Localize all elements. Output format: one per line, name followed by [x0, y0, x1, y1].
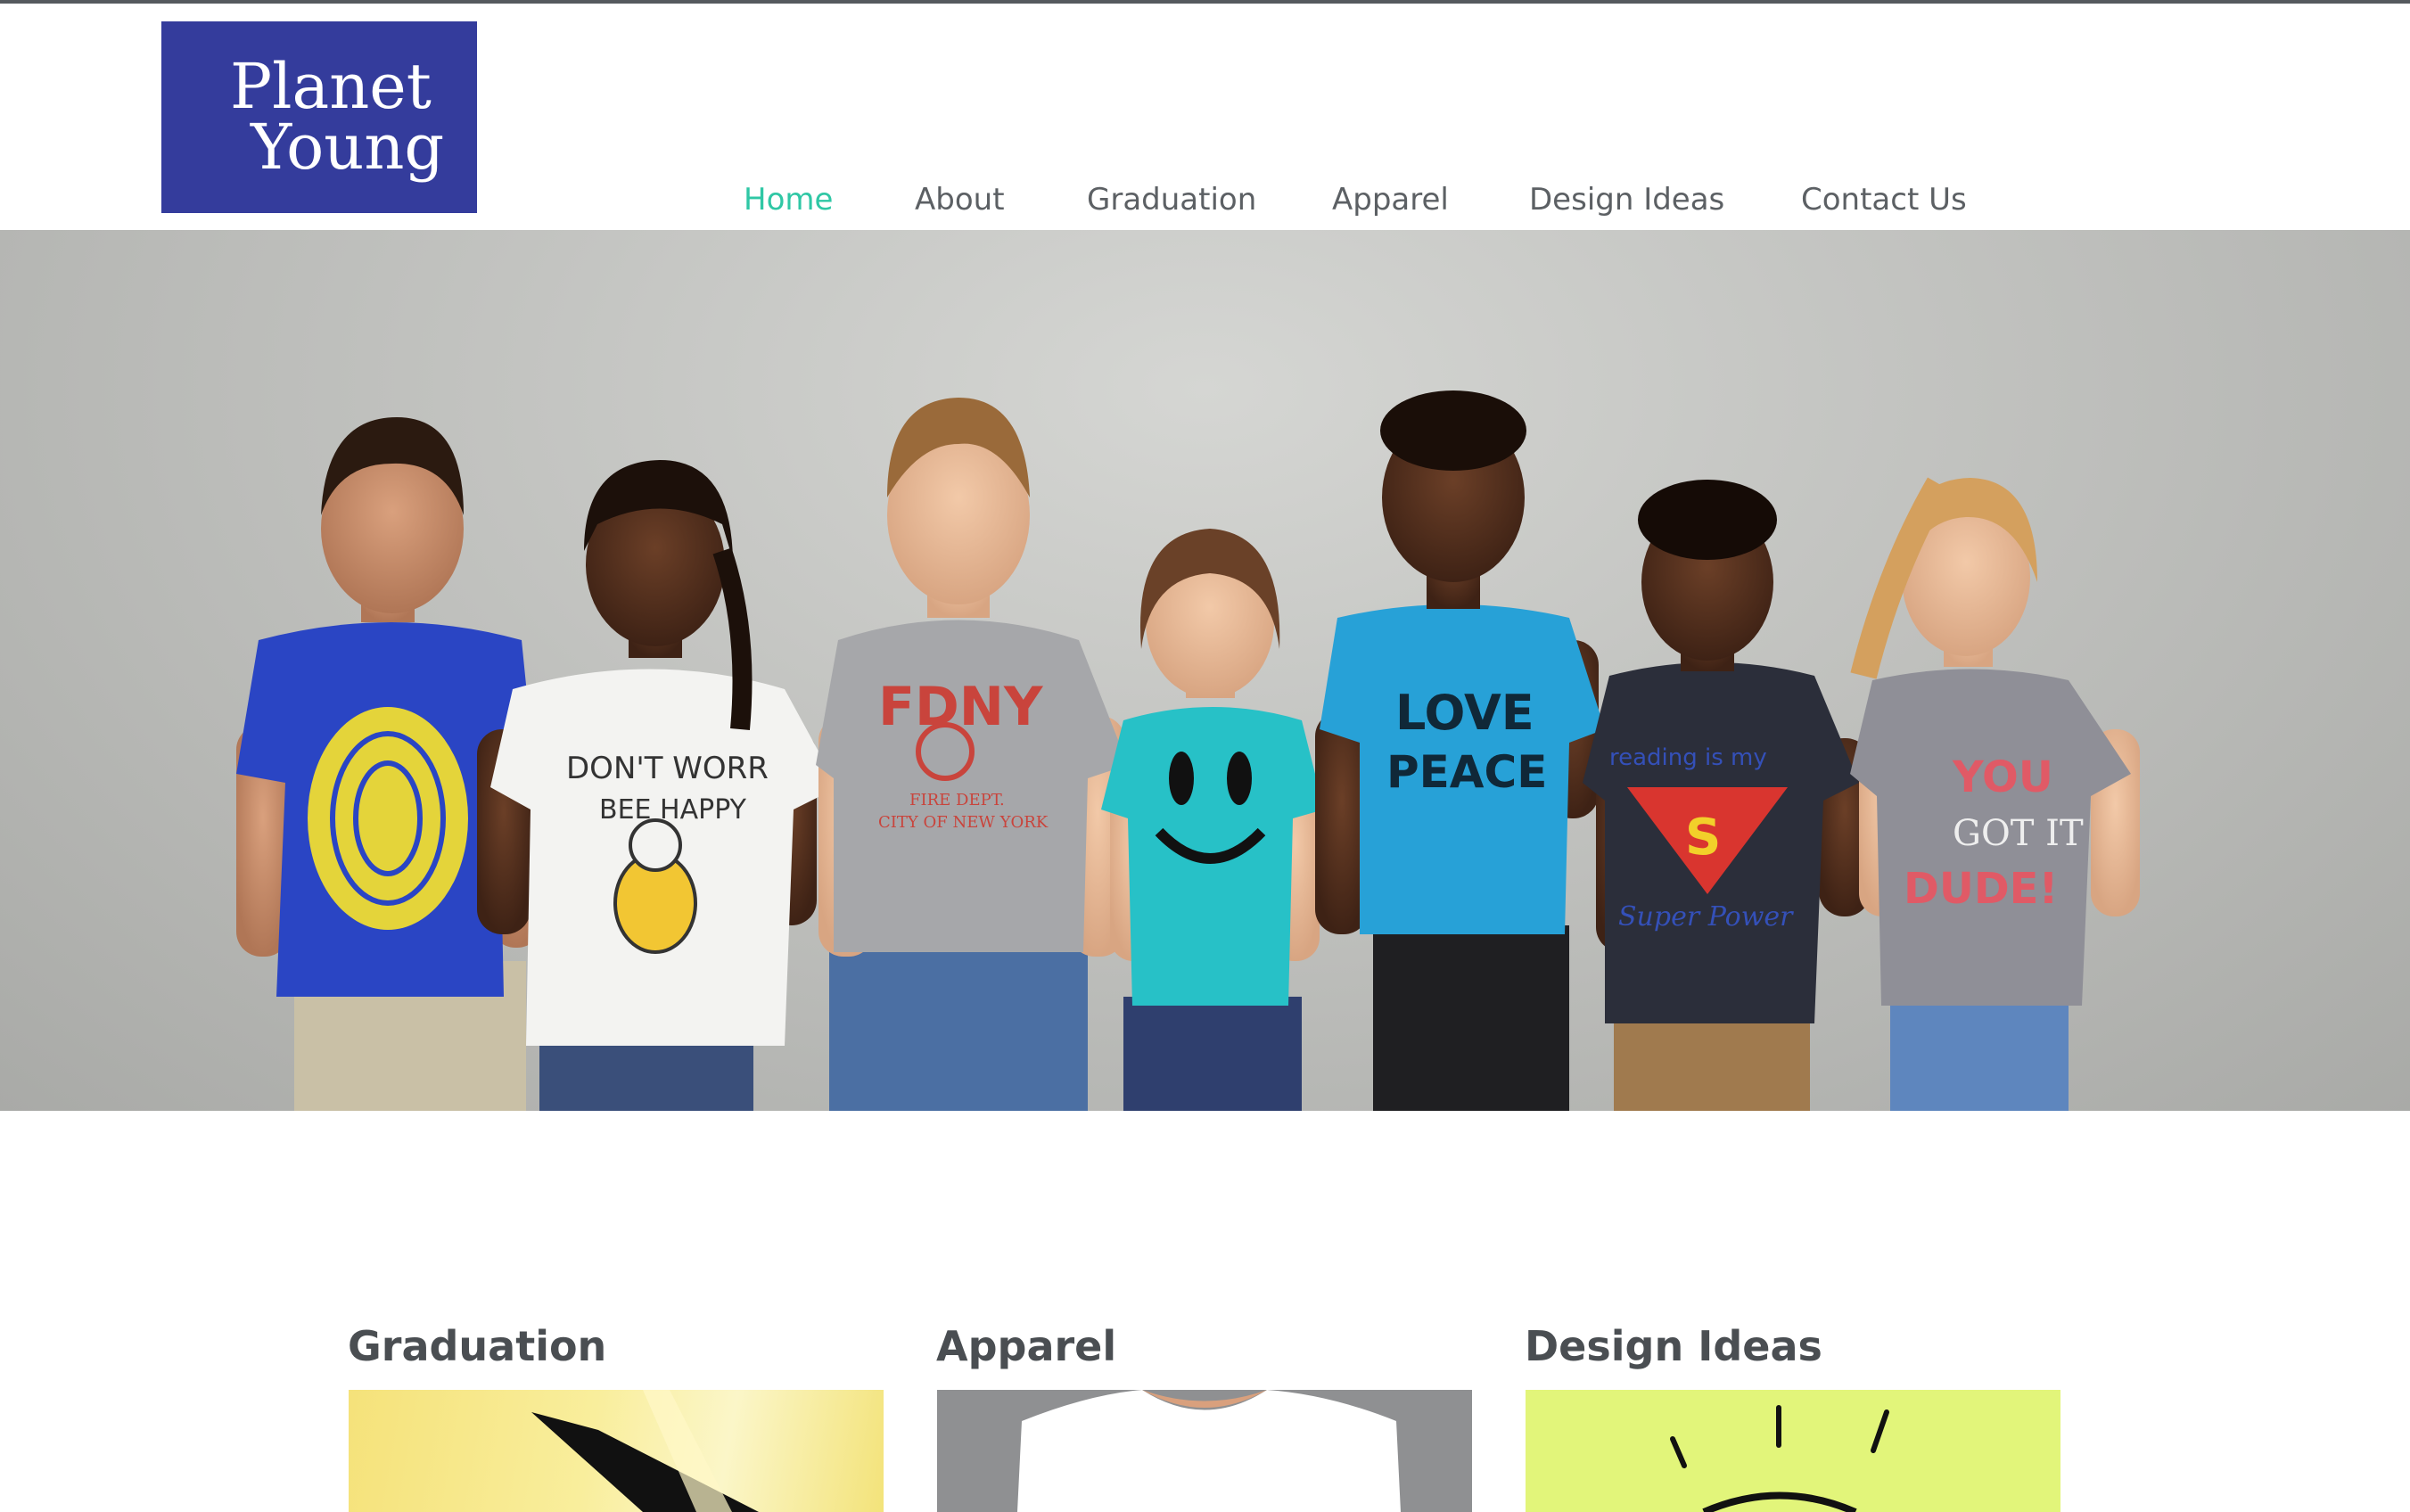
shirt-6-text-2: Super Power: [1618, 901, 1794, 933]
nav-contact-us[interactable]: Contact Us: [1801, 182, 1967, 218]
nav-graduation[interactable]: Graduation: [1087, 182, 1256, 218]
tshirt-icon: [1017, 1390, 1401, 1512]
shirt-2-text-2: BEE HAPPY: [599, 794, 747, 826]
card-image-apparel[interactable]: [937, 1390, 1472, 1512]
site-header: Planet Young Home About Graduation Appar…: [0, 4, 2410, 230]
kids-group-photo: DON'T WORR BEE HAPPY FDNY FIRE DEPT. CIT…: [236, 390, 2140, 1111]
nav-about[interactable]: About: [915, 182, 1005, 218]
card-image-graduation[interactable]: [349, 1390, 884, 1512]
shirt-2-text-1: DON'T WORR: [566, 751, 769, 786]
card-title-graduation[interactable]: Graduation: [348, 1321, 606, 1371]
nav-design-ideas[interactable]: Design Ideas: [1529, 182, 1724, 218]
shirt-3-text-1: FIRE DEPT.: [909, 791, 1005, 809]
shirt-5-text-2: PEACE: [1386, 746, 1547, 798]
kid-6: reading is my S Super Power: [1583, 480, 1871, 1111]
kid-4: [1101, 529, 1324, 1111]
graduation-cap-icon: [531, 1390, 759, 1512]
shirt-6-text-1: reading is my: [1609, 744, 1767, 771]
shirt-7-text-1: YOU: [1952, 752, 2053, 802]
kid-5: LOVE PEACE: [1315, 390, 1605, 1111]
nav-apparel[interactable]: Apparel: [1332, 182, 1449, 218]
card-image-design-ideas[interactable]: [1526, 1390, 2060, 1512]
main-nav: Home About Graduation Apparel Design Ide…: [0, 4, 2410, 230]
card-title-apparel[interactable]: Apparel: [936, 1321, 1116, 1371]
shirt-3-text-2: CITY OF NEW YORK: [878, 813, 1049, 832]
smiley-print: [1169, 752, 1194, 805]
card-title-design-ideas[interactable]: Design Ideas: [1525, 1321, 1822, 1371]
shirt-5-text-1: LOVE: [1395, 685, 1534, 741]
shirt-6-letter: S: [1685, 809, 1721, 867]
nav-home[interactable]: Home: [744, 182, 833, 218]
hero-banner: DON'T WORR BEE HAPPY FDNY FIRE DEPT. CIT…: [0, 230, 2410, 1111]
kid-2: DON'T WORR BEE HAPPY: [477, 460, 838, 1111]
shirt-7-text-2: GOT IT: [1953, 813, 2084, 854]
kid-3: FDNY FIRE DEPT. CITY OF NEW YORK: [816, 398, 1128, 1111]
kid-7: YOU GOT IT DUDE!: [1850, 477, 2140, 1111]
lightbulb-icon: [1670, 1405, 1889, 1512]
shirt-7-text-3: DUDE!: [1904, 864, 2058, 914]
